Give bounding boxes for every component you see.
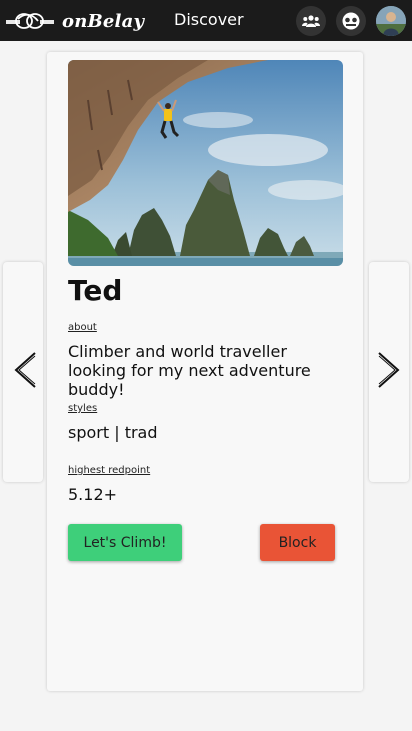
app-logo[interactable]: onBelay [4,8,144,34]
climbing-photo [68,60,343,266]
chat-icon [342,12,360,30]
lets-climb-button[interactable]: Let's Climb! [68,524,182,561]
about-text: Climber and world traveller looking for … [68,342,311,399]
user-avatar[interactable] [376,6,406,36]
styles-label: styles [68,403,98,414]
app-name: onBelay [62,10,145,32]
people-icon [302,15,320,27]
friends-button[interactable] [296,6,326,36]
rope-knot-icon [6,13,54,29]
profile-photo [68,60,343,266]
block-button[interactable]: Block [260,524,335,561]
chevron-left-icon [14,352,36,388]
redpoint-value: 5.12+ [68,485,118,504]
redpoint-label: highest redpoint [68,465,151,476]
avatar-image [376,6,406,36]
about-label: about [68,322,97,333]
profile-card: Ted about Climber and world traveller lo… [47,52,363,691]
profile-name: Ted [68,274,123,307]
page-title: Discover [174,10,244,29]
chevron-right-icon [378,352,400,388]
styles-value: sport | trad [68,423,158,442]
next-profile-card[interactable] [369,262,409,482]
top-navigation-bar: onBelay Discover [0,0,412,41]
previous-profile-card[interactable] [3,262,43,482]
messages-button[interactable] [336,6,366,36]
